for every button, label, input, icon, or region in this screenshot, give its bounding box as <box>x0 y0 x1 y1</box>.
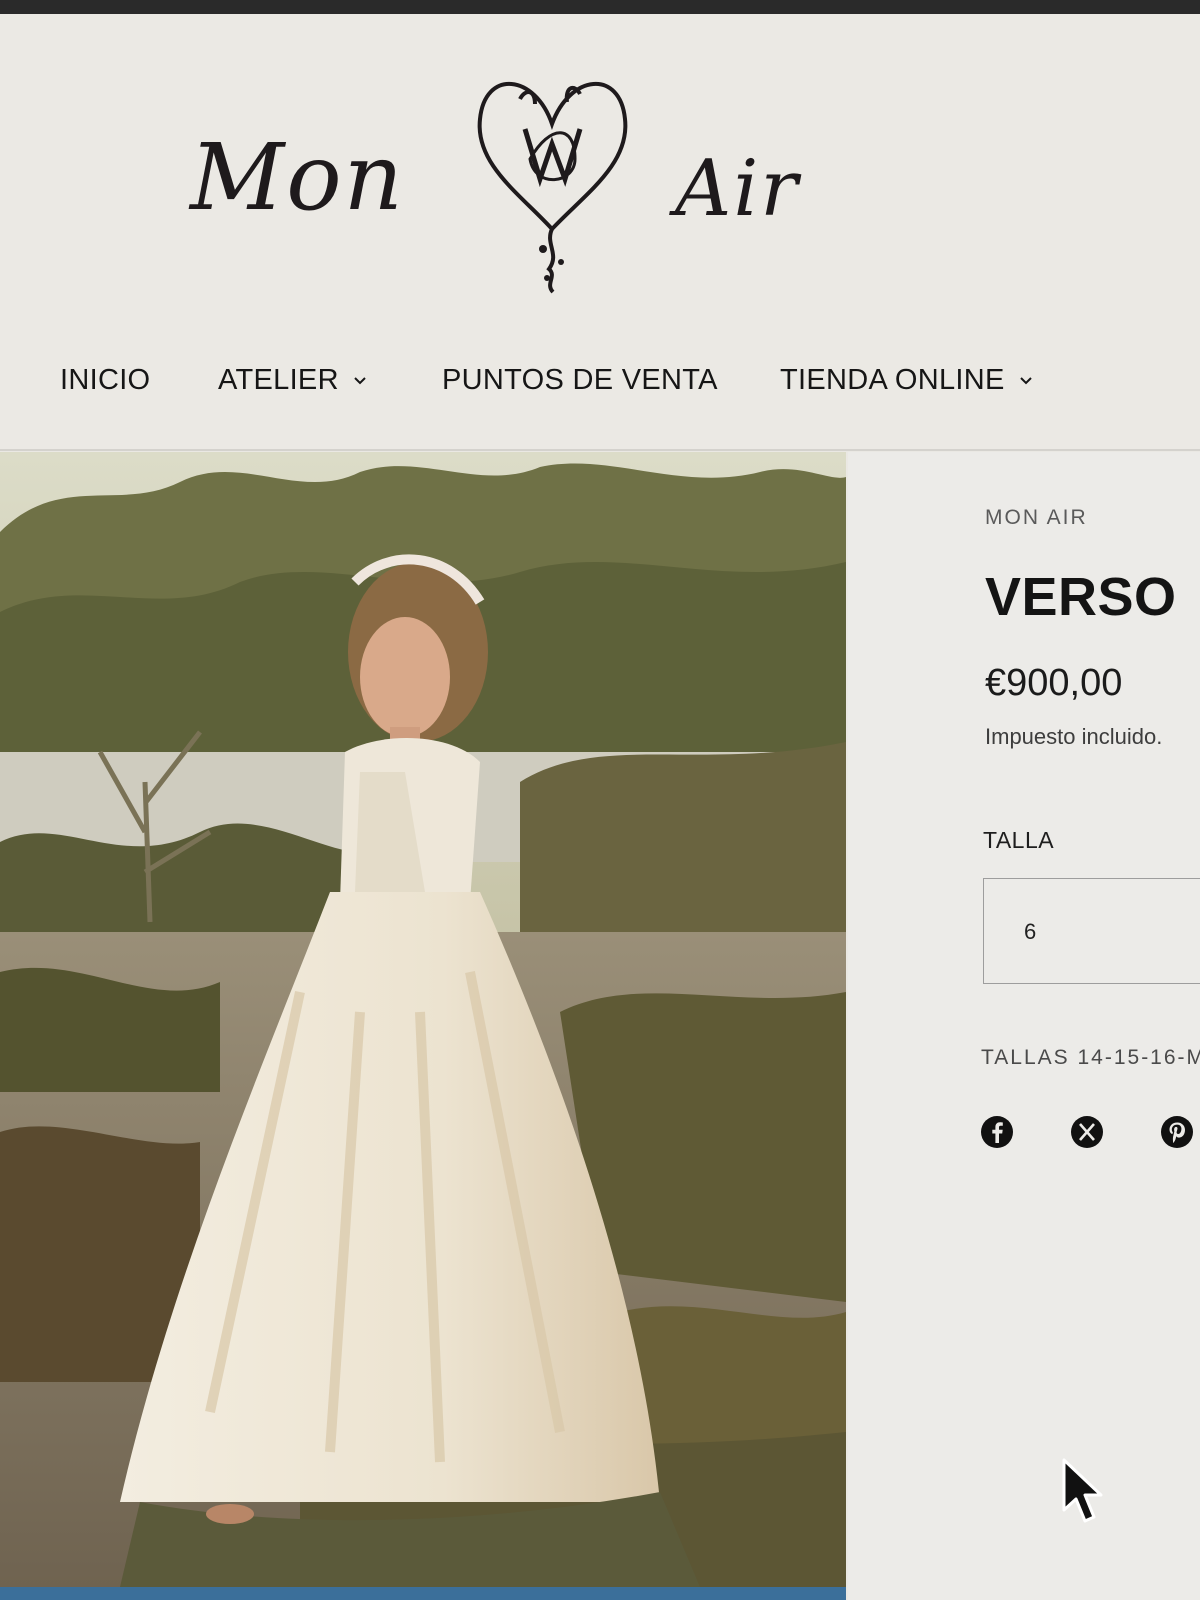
nav-item-tienda-online[interactable]: TIENDA ONLINE <box>780 364 1033 397</box>
size-label: TALLA <box>983 827 1055 853</box>
product-price: €900,00 <box>985 662 1123 704</box>
logo-text-right: Air <box>675 144 800 234</box>
x-icon <box>1071 1116 1103 1148</box>
browser-viewport: Mon Air INICIO ATELIER PUNTOS DE VENTA T… <box>0 14 1200 1600</box>
mouse-cursor-icon <box>1062 1458 1103 1523</box>
nav-item-label: INICIO <box>60 364 151 396</box>
share-pinterest-button[interactable] <box>1160 1115 1194 1149</box>
nav-item-label: ATELIER <box>218 364 339 396</box>
product-vendor: MON AIR <box>985 506 1088 529</box>
facebook-icon <box>981 1116 1013 1148</box>
sizes-note: TALLAS 14-15-16-M <box>981 1046 1200 1069</box>
tax-note: Impuesto incluido. <box>985 724 1163 749</box>
next-image-strip <box>0 1587 846 1600</box>
main-nav: INICIO ATELIER PUNTOS DE VENTA TIENDA ON… <box>0 352 1200 412</box>
size-select[interactable]: 6 <box>983 878 1200 984</box>
nav-item-label: PUNTOS DE VENTA <box>442 364 718 396</box>
chevron-down-icon <box>354 376 366 384</box>
share-x-button[interactable] <box>1070 1115 1104 1149</box>
size-selected-value: 6 <box>1024 919 1037 944</box>
heart-monogram-icon <box>477 81 628 294</box>
header-divider <box>0 449 1200 451</box>
brand-logo[interactable]: Mon Air <box>180 64 880 304</box>
product-info-panel: MON AIR VERSO €900,00 Impuesto incluido.… <box>848 452 1200 1600</box>
product-photo-illustration <box>0 452 846 1587</box>
pinterest-icon <box>1161 1116 1193 1148</box>
logo-text-left: Mon <box>190 124 405 231</box>
nav-item-label: TIENDA ONLINE <box>780 364 1005 396</box>
share-facebook-button[interactable] <box>980 1115 1014 1149</box>
site-header: Mon Air INICIO ATELIER PUNTOS DE VENTA T… <box>0 14 1200 451</box>
chevron-down-icon <box>1019 376 1032 384</box>
nav-item-inicio[interactable]: INICIO <box>60 364 150 397</box>
product-image[interactable] <box>0 452 846 1587</box>
product-title: VERSO <box>985 567 1177 627</box>
nav-item-atelier[interactable]: ATELIER <box>218 364 367 397</box>
nav-item-puntos-de-venta[interactable]: PUNTOS DE VENTA <box>442 364 718 397</box>
